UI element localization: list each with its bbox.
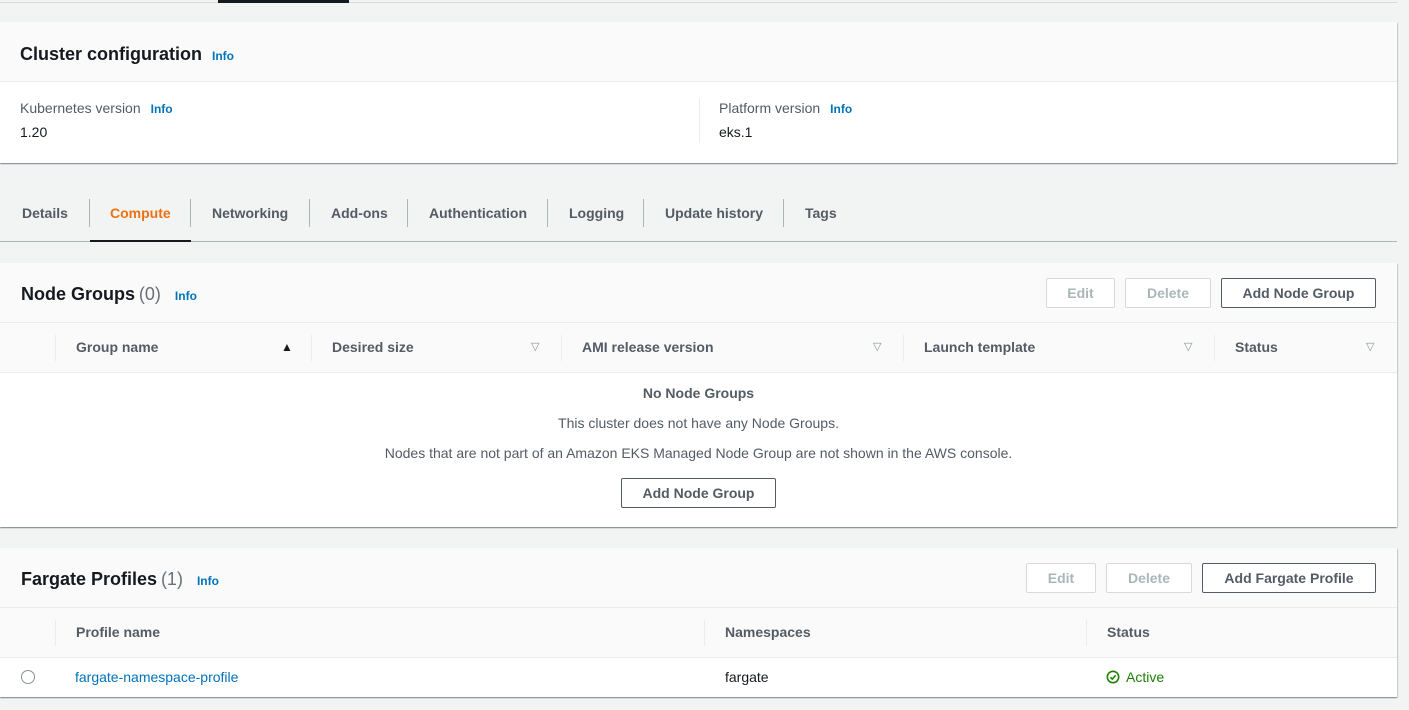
sort-down-icon[interactable]: ▽ bbox=[1184, 323, 1192, 372]
column-separator bbox=[704, 620, 705, 646]
column-ami-release-version[interactable]: AMI release version bbox=[582, 323, 714, 372]
column-separator bbox=[903, 335, 904, 361]
cluster-tabs: Details Compute Networking Add-ons Authe… bbox=[0, 185, 1397, 242]
status-text: Active bbox=[1126, 669, 1165, 685]
tab-separator bbox=[783, 199, 784, 227]
cluster-configuration-title: Cluster configuration bbox=[20, 44, 203, 64]
empty-add-node-group-button[interactable]: Add Node Group bbox=[621, 478, 776, 508]
column-separator bbox=[1086, 620, 1087, 646]
fargate-profiles-title: Fargate Profiles bbox=[21, 569, 158, 589]
column-launch-template[interactable]: Launch template bbox=[924, 323, 1035, 372]
sort-down-icon[interactable]: ▽ bbox=[1366, 323, 1374, 372]
platform-version-field: Platform version Info eks.1 bbox=[719, 100, 852, 140]
platform-version-label: Platform version bbox=[719, 100, 821, 116]
cluster-configuration-header: Cluster configuration Info bbox=[0, 22, 1397, 82]
cluster-configuration-info-link[interactable]: Info bbox=[212, 49, 234, 63]
node-groups-panel: Node Groups (0) Info Edit Delete Add Node… bbox=[0, 263, 1397, 527]
node-groups-empty-title: No Node Groups bbox=[642, 385, 755, 401]
sort-down-icon[interactable]: ▽ bbox=[873, 323, 881, 372]
tab-details[interactable]: Details bbox=[22, 185, 68, 241]
fargate-namespace-value: fargate bbox=[725, 669, 769, 685]
node-groups-empty-description: This cluster does not have any Node Grou… bbox=[558, 415, 839, 431]
fargate-profiles-panel: Fargate Profiles (1) Info Edit Delete Add… bbox=[0, 548, 1397, 697]
tab-tags[interactable]: Tags bbox=[805, 185, 837, 241]
tab-logging[interactable]: Logging bbox=[569, 185, 624, 241]
column-separator bbox=[55, 620, 56, 646]
column-separator bbox=[311, 335, 312, 361]
column-separator bbox=[1214, 335, 1215, 361]
node-groups-info-link[interactable]: Info bbox=[175, 289, 197, 303]
tab-separator bbox=[89, 199, 90, 227]
edit-fargate-profile-button[interactable]: Edit bbox=[1026, 563, 1096, 593]
column-desired-size[interactable]: Desired size bbox=[332, 323, 414, 372]
table-row[interactable]: fargate-namespace-profile fargate Active bbox=[0, 658, 1397, 697]
column-status[interactable]: Status bbox=[1235, 323, 1278, 372]
column-group-name[interactable]: Group name bbox=[76, 323, 158, 372]
edit-node-group-button[interactable]: Edit bbox=[1046, 278, 1115, 308]
fargate-profiles-count: (1) bbox=[160, 569, 183, 589]
delete-node-group-button[interactable]: Delete bbox=[1125, 278, 1211, 308]
tab-separator bbox=[407, 199, 408, 227]
tab-compute[interactable]: Compute bbox=[90, 185, 191, 242]
kubernetes-version-value: 1.20 bbox=[20, 124, 48, 140]
row-select-radio[interactable] bbox=[21, 670, 35, 684]
column-divider bbox=[699, 98, 700, 143]
tab-authentication[interactable]: Authentication bbox=[429, 185, 527, 241]
tab-add-ons[interactable]: Add-ons bbox=[331, 185, 388, 241]
column-status: Status bbox=[1107, 624, 1150, 640]
sort-ascending-icon[interactable]: ▲ bbox=[281, 323, 293, 372]
column-separator bbox=[55, 335, 56, 361]
kubernetes-version-info-link[interactable]: Info bbox=[151, 102, 173, 116]
fargate-profiles-info-link[interactable]: Info bbox=[197, 574, 219, 588]
tab-separator bbox=[309, 199, 310, 227]
sort-down-icon[interactable]: ▽ bbox=[531, 323, 539, 372]
node-groups-count: (0) bbox=[138, 284, 161, 304]
node-groups-title: Node Groups bbox=[21, 284, 136, 304]
fargate-table-header: Profile name Namespaces Status bbox=[0, 608, 1397, 658]
kubernetes-version-label: Kubernetes version bbox=[20, 100, 141, 116]
kubernetes-version-field: Kubernetes version Info 1.20 bbox=[20, 100, 173, 140]
check-circle-icon bbox=[1106, 670, 1120, 684]
top-tab-indicator bbox=[218, 0, 349, 3]
platform-version-info-link[interactable]: Info bbox=[830, 102, 852, 116]
fargate-profile-link[interactable]: fargate-namespace-profile bbox=[75, 669, 238, 685]
tab-separator bbox=[643, 199, 644, 227]
tab-separator bbox=[547, 199, 548, 227]
top-tab-strip bbox=[0, 0, 1397, 3]
add-node-group-button[interactable]: Add Node Group bbox=[1221, 278, 1376, 308]
column-namespaces: Namespaces bbox=[725, 624, 811, 640]
tab-separator bbox=[190, 199, 191, 227]
delete-fargate-profile-button[interactable]: Delete bbox=[1106, 563, 1192, 593]
node-groups-empty-note: Nodes that are not part of an Amazon EKS… bbox=[384, 445, 1013, 461]
tab-networking[interactable]: Networking bbox=[212, 185, 288, 241]
node-groups-table-header: Group name ▲ Desired size ▽ AMI release … bbox=[0, 323, 1397, 373]
platform-version-value: eks.1 bbox=[719, 124, 753, 140]
column-profile-name: Profile name bbox=[76, 624, 161, 640]
column-separator bbox=[561, 335, 562, 361]
tab-update-history[interactable]: Update history bbox=[665, 185, 763, 241]
status-badge: Active bbox=[1106, 669, 1164, 685]
add-fargate-profile-button[interactable]: Add Fargate Profile bbox=[1202, 563, 1376, 593]
